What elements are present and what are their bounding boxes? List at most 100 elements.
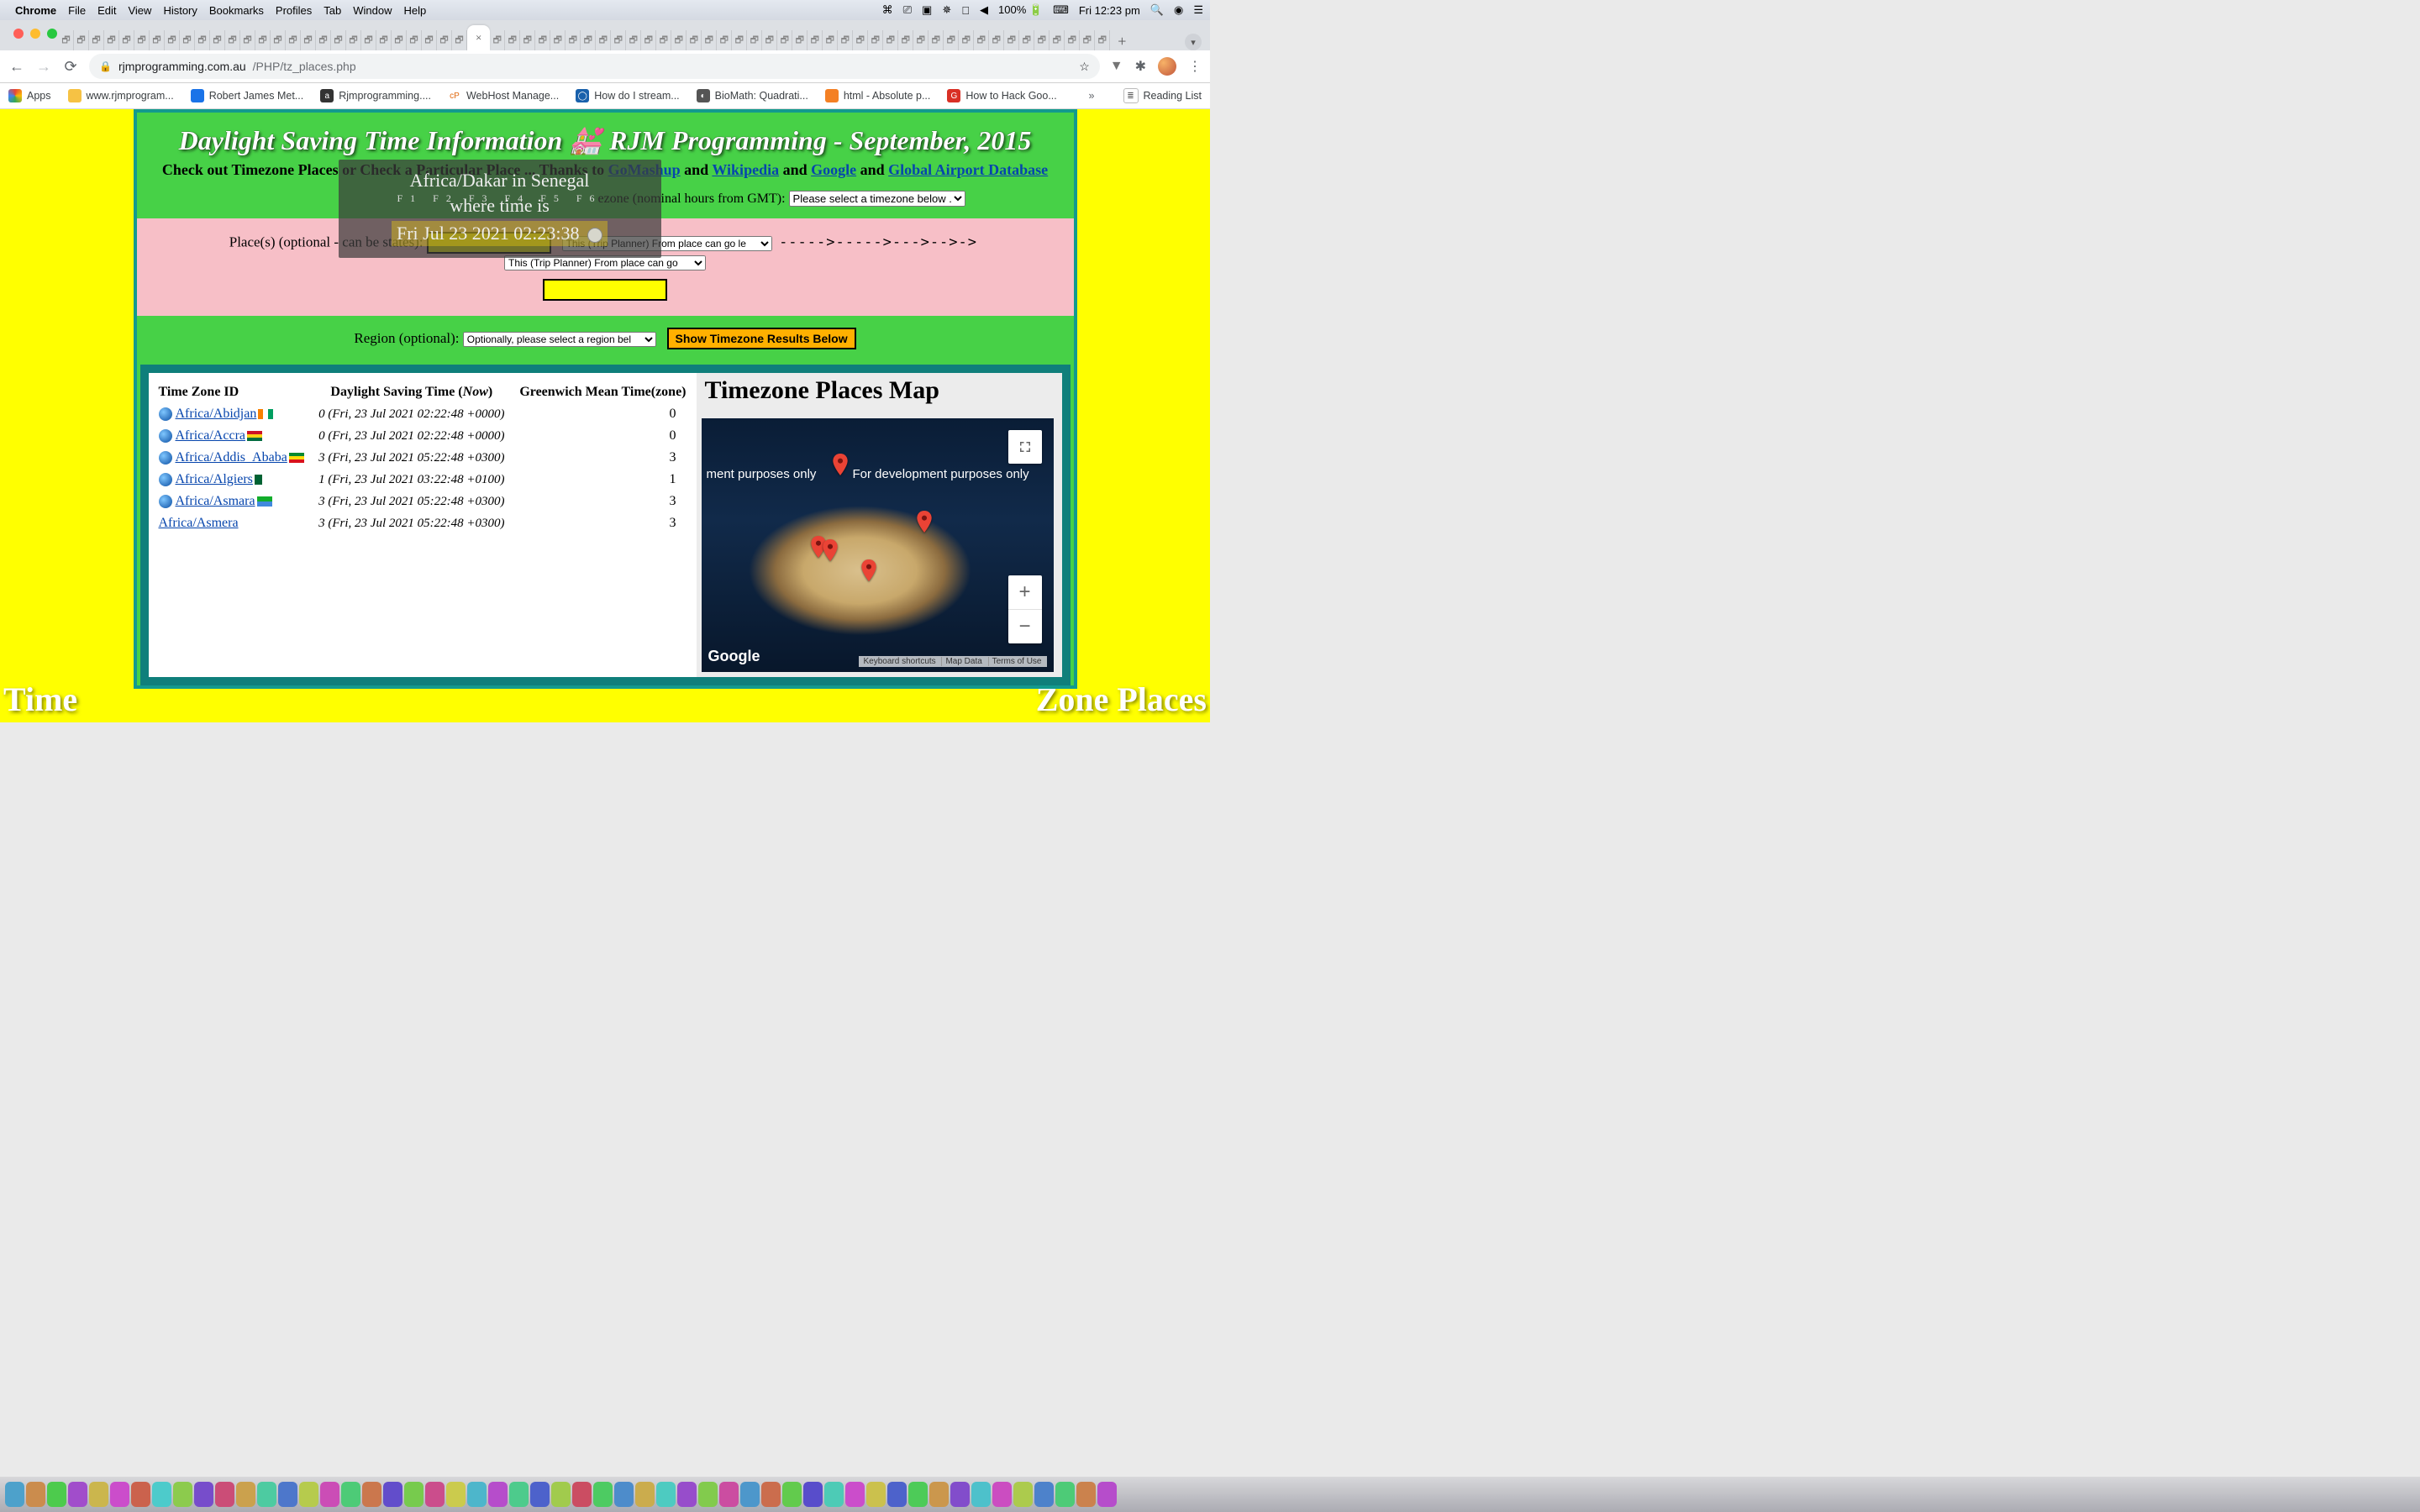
bookmark-item[interactable]: www.rjmprogram...: [68, 89, 174, 102]
dock-app-icon[interactable]: [278, 1482, 297, 1507]
pinned-tab[interactable]: 🗗: [868, 30, 883, 50]
profile-avatar[interactable]: [1158, 57, 1176, 76]
pinned-tab[interactable]: 🗗: [119, 30, 134, 50]
window-close-button[interactable]: [13, 29, 24, 39]
dock-app-icon[interactable]: [1097, 1482, 1117, 1507]
menubar-clock[interactable]: Fri 12:23 pm: [1079, 4, 1140, 17]
pinned-tab[interactable]: 🗗: [376, 30, 392, 50]
dock-app-icon[interactable]: [572, 1482, 592, 1507]
map-keyboard-link[interactable]: Keyboard shortcuts: [860, 657, 939, 666]
bookmark-item[interactable]: GHow to Hack Goo...: [947, 89, 1056, 102]
dock-app-icon[interactable]: [173, 1482, 192, 1507]
pinned-tab[interactable]: 🗗: [626, 30, 641, 50]
dock-app-icon[interactable]: [803, 1482, 823, 1507]
dock-app-icon[interactable]: [68, 1482, 87, 1507]
active-tab[interactable]: ×: [467, 25, 490, 50]
pinned-tab[interactable]: 🗗: [316, 30, 331, 50]
dock-app-icon[interactable]: [887, 1482, 907, 1507]
dock-app-icon[interactable]: [404, 1482, 424, 1507]
volume-icon[interactable]: ◀: [980, 3, 988, 17]
pinned-tab[interactable]: 🗗: [838, 30, 853, 50]
reading-list-button[interactable]: ≣Reading List: [1123, 88, 1202, 103]
menu-bookmarks[interactable]: Bookmarks: [209, 4, 264, 17]
pinned-tab[interactable]: 🗗: [732, 30, 747, 50]
pinned-tab[interactable]: 🗗: [89, 30, 104, 50]
bookmark-apps[interactable]: Apps: [8, 89, 51, 102]
map-pin[interactable]: [861, 559, 876, 581]
address-bar[interactable]: 🔒 rjmprogramming.com.au/PHP/tz_places.ph…: [89, 54, 1100, 79]
pinned-tab[interactable]: 🗗: [1050, 30, 1065, 50]
dock-app-icon[interactable]: [110, 1482, 129, 1507]
bookmark-item[interactable]: html - Absolute p...: [825, 89, 931, 102]
pinned-tab[interactable]: 🗗: [392, 30, 407, 50]
pinned-tab[interactable]: 🗗: [671, 30, 687, 50]
map-zoom-out-button[interactable]: −: [1008, 609, 1042, 643]
map-pin[interactable]: [917, 511, 932, 533]
map-zoom-in-button[interactable]: +: [1008, 575, 1042, 609]
pinned-tab[interactable]: 🗗: [437, 30, 452, 50]
pinned-tab[interactable]: 🗗: [1080, 30, 1095, 50]
menu-profiles[interactable]: Profiles: [276, 4, 312, 17]
new-tab-button[interactable]: +: [1110, 33, 1134, 50]
dock-app-icon[interactable]: [635, 1482, 655, 1507]
pinned-tab[interactable]: 🗗: [929, 30, 944, 50]
dock-app-icon[interactable]: [131, 1482, 150, 1507]
pinned-tab[interactable]: 🗗: [1095, 30, 1110, 50]
dock-app-icon[interactable]: [950, 1482, 970, 1507]
menu-file[interactable]: File: [68, 4, 86, 17]
pinned-tab[interactable]: 🗗: [853, 30, 868, 50]
airplay-icon[interactable]: ▣: [922, 3, 932, 17]
pinned-tab[interactable]: 🗗: [762, 30, 777, 50]
pinned-tab[interactable]: 🗗: [913, 30, 929, 50]
timezone-link[interactable]: Africa/Asmera: [159, 516, 239, 530]
bookmark-item[interactable]: Robert James Met...: [191, 89, 304, 102]
dock-app-icon[interactable]: [971, 1482, 991, 1507]
reload-button[interactable]: ⟳: [62, 58, 79, 76]
pinned-tab[interactable]: 🗗: [1019, 30, 1034, 50]
results-table-pane[interactable]: Time Zone ID Daylight Saving Time (Now) …: [145, 370, 697, 680]
dock-app-icon[interactable]: [530, 1482, 550, 1507]
dock-app-icon[interactable]: [593, 1482, 613, 1507]
back-button[interactable]: ←: [8, 58, 25, 76]
dock-app-icon[interactable]: [740, 1482, 760, 1507]
tab-overflow-button[interactable]: ▾: [1185, 34, 1202, 50]
dock-app-icon[interactable]: [47, 1482, 66, 1507]
pinned-tab[interactable]: 🗗: [792, 30, 808, 50]
pinned-tab[interactable]: 🗗: [808, 30, 823, 50]
timezone-link[interactable]: Africa/Addis_Ababa: [176, 450, 287, 465]
pinned-tab[interactable]: 🗗: [944, 30, 959, 50]
google-map[interactable]: ment purposes only For development purpo…: [702, 418, 1054, 672]
pinned-tab[interactable]: 🗗: [566, 30, 581, 50]
link-google[interactable]: Google: [811, 161, 856, 178]
dock-app-icon[interactable]: [152, 1482, 171, 1507]
dock-app-icon[interactable]: [26, 1482, 45, 1507]
pinned-tab[interactable]: 🗗: [747, 30, 762, 50]
bookmark-item[interactable]: cPWebHost Manage...: [448, 89, 559, 102]
pinned-tab[interactable]: 🗗: [74, 30, 89, 50]
link-wikipedia[interactable]: Wikipedia: [712, 161, 779, 178]
menubar-status-icon[interactable]: ⌘: [882, 3, 893, 17]
pinned-tab[interactable]: 🗗: [974, 30, 989, 50]
dock-app-icon[interactable]: [761, 1482, 781, 1507]
dock-app-icon[interactable]: [656, 1482, 676, 1507]
input-source-icon[interactable]: ⌨︎: [1053, 3, 1069, 17]
pinned-tab[interactable]: 🗗: [195, 30, 210, 50]
siri-icon[interactable]: ◉: [1174, 3, 1183, 17]
control-center-icon[interactable]: ☰: [1193, 3, 1203, 17]
pinned-tab[interactable]: 🗗: [452, 30, 467, 50]
window-zoom-button[interactable]: [47, 29, 57, 39]
pinned-tab[interactable]: 🗗: [150, 30, 165, 50]
pinned-tab[interactable]: 🗗: [550, 30, 566, 50]
window-minimize-button[interactable]: [30, 29, 40, 39]
pinned-tab[interactable]: 🗗: [422, 30, 437, 50]
pinned-tab[interactable]: 🗗: [1065, 30, 1080, 50]
pinned-tab[interactable]: 🗗: [104, 30, 119, 50]
menubar-app-name[interactable]: Chrome: [15, 4, 56, 17]
pinned-tab[interactable]: 🗗: [165, 30, 180, 50]
dock-app-icon[interactable]: [614, 1482, 634, 1507]
dock-app-icon[interactable]: [362, 1482, 381, 1507]
pinned-tab[interactable]: 🗗: [641, 30, 656, 50]
dock-app-icon[interactable]: [719, 1482, 739, 1507]
pinned-tab[interactable]: 🗗: [240, 30, 255, 50]
pinned-tab[interactable]: 🗗: [883, 30, 898, 50]
